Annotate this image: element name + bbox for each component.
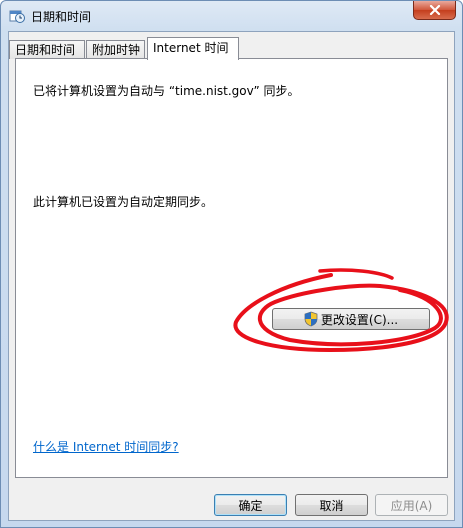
apply-button[interactable]: 应用(A) bbox=[375, 494, 448, 516]
clock-calendar-icon bbox=[9, 10, 25, 23]
close-icon bbox=[429, 5, 440, 15]
change-settings-label: 更改设置(C)... bbox=[320, 312, 399, 327]
tab-date-time[interactable]: 日期和时间 bbox=[9, 40, 85, 59]
cancel-button[interactable]: 取消 bbox=[295, 494, 368, 516]
tab-additional-clocks[interactable]: 附加时钟 bbox=[86, 40, 145, 59]
change-settings-button[interactable]: 更改设置(C)... bbox=[272, 308, 430, 330]
tab-internet-time[interactable]: Internet 时间 bbox=[147, 37, 239, 60]
internet-time-help-link[interactable]: 什么是 Internet 时间同步? bbox=[33, 438, 179, 455]
schedule-status-text: 此计算机已设置为自动定期同步。 bbox=[33, 195, 214, 209]
close-button[interactable] bbox=[413, 1, 456, 20]
date-time-dialog: 日期和时间 日期和时间 附加时钟 Internet 时间 已将计算机设置为自动与… bbox=[0, 0, 463, 528]
title-bar: 日期和时间 bbox=[1, 1, 462, 31]
uac-shield-icon bbox=[304, 311, 318, 327]
window-title: 日期和时间 bbox=[31, 10, 92, 24]
sync-status-text: 已将计算机设置为自动与 “time.nist.gov” 同步。 bbox=[33, 84, 300, 98]
internet-time-panel bbox=[15, 58, 448, 478]
ok-button[interactable]: 确定 bbox=[214, 494, 287, 516]
